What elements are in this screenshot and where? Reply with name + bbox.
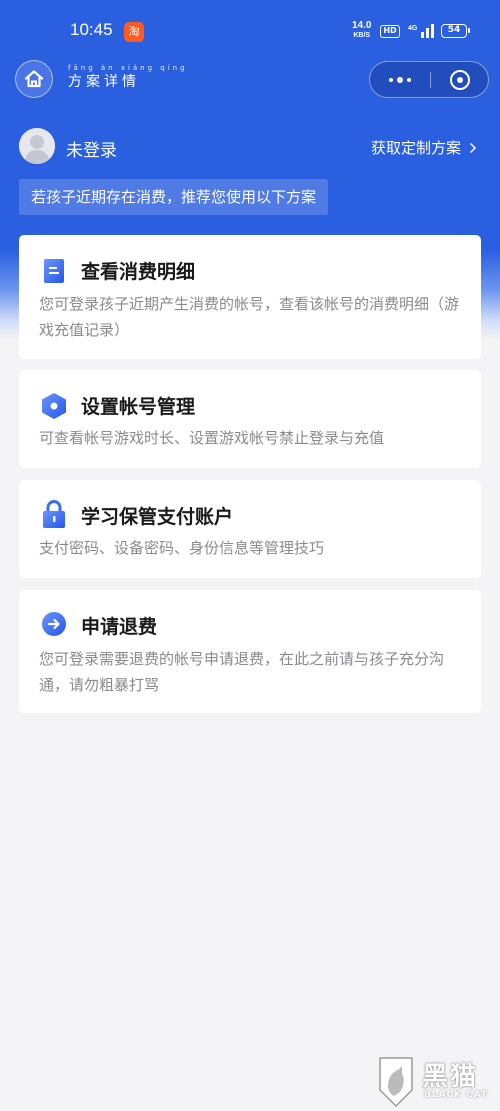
- card-refund-request[interactable]: 申请退费 您可登录需要退费的帐号申请退费，在此之前请与孩子充分沟通，请勿粗暴打骂: [19, 590, 481, 713]
- get-custom-plan-label: 获取定制方案: [370, 139, 461, 157]
- default-avatar-icon: [19, 128, 55, 164]
- card-description: 您可登录需要退费的帐号申请退费，在此之前请与孩子充分沟通，请勿粗暴打骂: [39, 650, 445, 694]
- close-icon: [450, 69, 470, 90]
- card-description: 可查看帐号游戏时长、设置游戏帐号禁止登录与充值: [39, 429, 385, 447]
- battery-indicator: 54: [441, 24, 470, 38]
- network-speed: 14.0 KB/S: [352, 21, 371, 41]
- more-icon: [389, 77, 393, 82]
- lock-icon: [40, 500, 68, 528]
- close-button[interactable]: [431, 62, 489, 97]
- user-row: 未登录 获取定制方案: [19, 128, 481, 166]
- card-title: 学习保管支付账户: [81, 506, 234, 528]
- network-type: 4G: [408, 25, 418, 32]
- card-account-management[interactable]: 设置帐号管理 可查看帐号游戏时长、设置游戏帐号禁止登录与充值: [19, 370, 481, 468]
- avatar[interactable]: [19, 128, 55, 164]
- watermark: 黑猫 BLACK CAT: [376, 1056, 500, 1111]
- recommendation-notice: 若孩子近期存在消费，推荐您使用以下方案: [19, 179, 329, 215]
- watermark-en: BLACK CAT: [424, 1090, 489, 1100]
- page-title-pinyin: fāng àn xiáng qíng: [68, 64, 188, 72]
- arrow-circle-icon: [40, 610, 68, 638]
- more-button[interactable]: [370, 62, 430, 97]
- card-payment-security[interactable]: 学习保管支付账户 支付密码、设备密码、身份信息等管理技巧: [19, 480, 481, 578]
- network-speed-unit: KB/S: [353, 32, 371, 39]
- card-title: 申请退费: [81, 616, 158, 638]
- status-bar: 10:45 淘 14.0 KB/S HD 4G 54: [0, 0, 500, 60]
- card-title: 设置帐号管理: [81, 396, 196, 418]
- page-title: fāng àn xiáng qíng 方案详情: [68, 64, 188, 91]
- card-view-consumption[interactable]: 查看消费明细 您可登录孩子近期产生消费的帐号，查看该帐号的消费明细（游戏充值记录…: [19, 235, 481, 359]
- taobao-notification-icon: 淘: [124, 22, 144, 42]
- card-description: 支付密码、设备密码、身份信息等管理技巧: [39, 539, 325, 557]
- home-icon: [24, 70, 44, 88]
- hd-voice-badge: HD: [380, 25, 400, 38]
- chevron-right-icon: [469, 142, 477, 153]
- mini-program-capsule: [369, 61, 489, 98]
- card-title: 查看消费明细: [81, 261, 196, 283]
- nav-bar: fāng àn xiáng qíng 方案详情: [0, 60, 500, 102]
- hexagon-settings-icon: [40, 392, 68, 420]
- document-icon: [40, 257, 68, 285]
- card-description: 您可登录孩子近期产生消费的帐号，查看该帐号的消费明细（游戏充值记录）: [39, 295, 460, 339]
- watermark-cn: 黑猫: [422, 1062, 479, 1092]
- status-time: 10:45: [70, 20, 113, 39]
- page-title-text: 方案详情: [68, 74, 140, 90]
- get-custom-plan-link[interactable]: 获取定制方案: [371, 137, 477, 158]
- network-speed-value: 14.0: [352, 20, 372, 31]
- login-status[interactable]: 未登录: [66, 136, 117, 161]
- black-cat-logo-icon: [379, 1057, 413, 1108]
- home-button[interactable]: [15, 60, 53, 98]
- signal-4g-icon: 4G: [408, 24, 434, 38]
